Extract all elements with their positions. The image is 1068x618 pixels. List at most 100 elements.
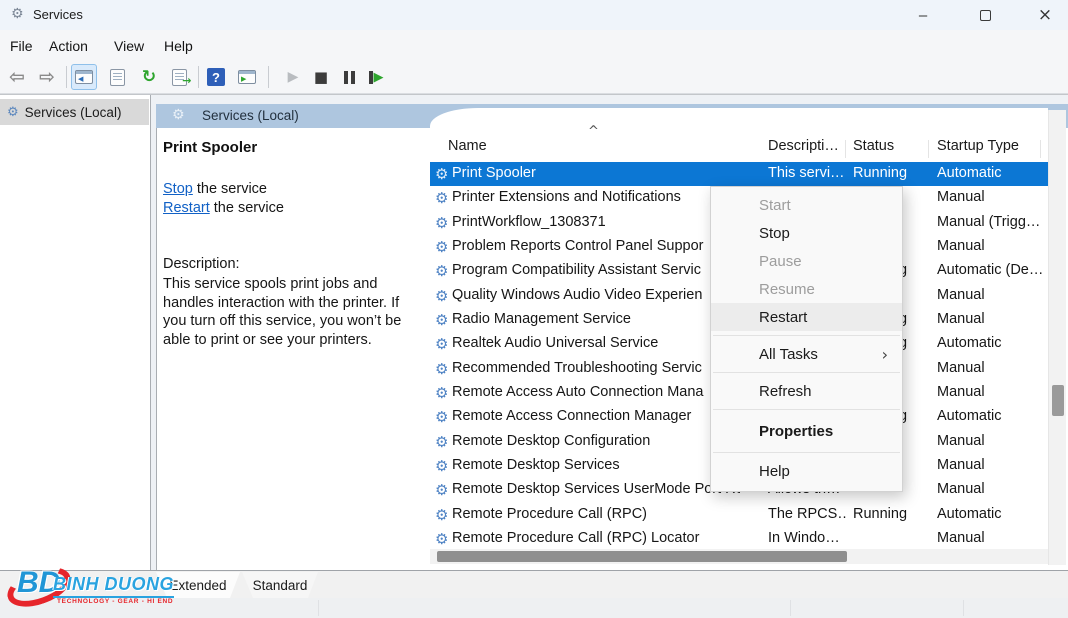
context-menu-item-pause: Pause	[711, 247, 902, 275]
view-pane-icon: ▶	[238, 70, 256, 84]
column-header-description[interactable]: Descripti…	[768, 138, 839, 154]
binh-duong-watermark: BD BINH DUONG TECHNOLOGY - GEAR - HI END	[0, 556, 175, 618]
export-list-button[interactable]: →	[166, 64, 192, 90]
service-gear-icon: ⚙	[435, 189, 448, 207]
tab-standard[interactable]: Standard	[242, 572, 318, 598]
service-name: Program Compatibility Assistant Servic	[452, 262, 740, 278]
service-name: PrintWorkflow_1308371	[452, 214, 740, 230]
service-gear-icon: ⚙	[435, 481, 448, 499]
stop-service-link[interactable]: Stop	[163, 181, 193, 197]
service-gear-icon: ⚙	[435, 311, 448, 329]
restart-service-line: Restart the service	[163, 200, 284, 216]
service-name: Recommended Troubleshooting Servic	[452, 360, 740, 376]
service-gear-icon: ⚙	[435, 384, 448, 402]
service-name: Remote Procedure Call (RPC) Locator	[452, 530, 740, 546]
menu-help[interactable]: Help	[160, 36, 197, 56]
menu-item-label: Pause	[759, 253, 802, 270]
context-menu-item-all-tasks[interactable]: All Tasks›	[711, 340, 902, 368]
context-menu: StartStop Pause Resume Restart All Tasks› Ref…	[710, 186, 903, 492]
refresh-toolbar-button[interactable]: ↻	[136, 64, 162, 90]
back-button[interactable]: ⇦	[4, 64, 30, 90]
service-gear-icon: ⚙	[435, 433, 448, 451]
column-header-status[interactable]: Status	[853, 138, 894, 154]
service-description: This servi…	[768, 165, 846, 181]
service-name: Quality Windows Audio Video Experien	[452, 287, 740, 303]
menu-item-label: Resume	[759, 281, 815, 298]
column-header-name[interactable]: Name	[448, 138, 487, 154]
services-header-gear-icon: ⚙	[172, 107, 185, 123]
service-row[interactable]: ⚙Print SpoolerThis servi…RunningAutomati…	[430, 162, 1048, 186]
back-icon: ⇦	[9, 66, 25, 88]
stop-service-button[interactable]: ■	[308, 64, 334, 90]
service-row[interactable]: ⚙Remote Procedure Call (RPC)The RPCS…Run…	[430, 503, 1048, 527]
menu-file[interactable]: File	[6, 36, 37, 56]
service-name: Remote Access Auto Connection Mana	[452, 384, 740, 400]
service-name: Radio Management Service	[452, 311, 740, 327]
service-gear-icon: ⚙	[435, 530, 448, 548]
help-icon: ?	[207, 68, 225, 86]
service-gear-icon: ⚙	[435, 165, 448, 183]
pause-service-icon	[344, 71, 348, 84]
console-tree-panel: ⚙ Services (Local)	[0, 95, 151, 570]
forward-button[interactable]: ⇨	[34, 64, 60, 90]
close-button[interactable]: ×	[1022, 0, 1068, 30]
service-startup-type: Manual	[937, 433, 1043, 449]
submenu-arrow-icon: ›	[882, 345, 888, 364]
menu-separator	[713, 452, 900, 453]
service-gear-icon: ⚙	[435, 335, 448, 353]
menu-item-label: Restart	[759, 309, 807, 326]
context-menu-item-refresh[interactable]: Refresh	[711, 377, 902, 405]
divider	[0, 94, 1068, 95]
menu-action[interactable]: Action	[45, 36, 92, 56]
start-service-button: ▶	[280, 64, 306, 90]
service-startup-type: Manual	[937, 189, 1043, 205]
service-status: Running	[853, 506, 933, 522]
title-bar: ⚙ Services – ×	[0, 0, 1068, 30]
restart-service-button[interactable]: ▶	[363, 64, 389, 90]
service-startup-type: Manual	[937, 287, 1043, 303]
service-row[interactable]: ⚙Remote Procedure Call (RPC) Locator In W…	[430, 527, 1048, 551]
horizontal-scrollbar-thumb[interactable]	[437, 551, 847, 562]
properties-toolbar-button[interactable]	[104, 64, 130, 90]
vertical-scrollbar[interactable]	[1048, 110, 1066, 565]
context-menu-item-help[interactable]: Help	[711, 457, 902, 485]
service-name: Printer Extensions and Notifications	[452, 189, 740, 205]
context-menu-item-properties[interactable]: Properties	[711, 414, 902, 448]
service-startup-type: Manual	[937, 457, 1043, 473]
refresh-icon: ↻	[142, 67, 156, 87]
watermark-subtitle: TECHNOLOGY - GEAR - HI END	[57, 598, 173, 605]
restart-service-link[interactable]: Restart	[163, 200, 210, 216]
service-startup-type: Automatic	[937, 165, 1043, 181]
menu-item-label: Properties	[759, 423, 833, 440]
service-name: Print Spooler	[452, 165, 740, 181]
start-service-icon: ▶	[288, 69, 299, 85]
pause-service-button[interactable]	[336, 64, 362, 90]
toolbar-separator	[66, 66, 67, 88]
tree-item-services-local[interactable]: ⚙ Services (Local)	[0, 99, 149, 125]
service-name: Remote Desktop Services	[452, 457, 740, 473]
horizontal-scrollbar[interactable]	[430, 549, 1048, 564]
minimize-button[interactable]: –	[900, 0, 946, 30]
properties-icon	[110, 69, 125, 86]
context-menu-item-stop[interactable]: Stop	[711, 219, 902, 247]
show-console-tree-button[interactable]: ◀	[71, 64, 97, 90]
service-gear-icon: ⚙	[435, 408, 448, 426]
export-list-icon: →	[172, 69, 187, 86]
service-startup-type: Automatic (De…	[937, 262, 1043, 278]
context-menu-item-restart[interactable]: Restart	[711, 303, 902, 331]
help-toolbar-button[interactable]: ?	[203, 64, 229, 90]
service-startup-type: Automatic	[937, 506, 1043, 522]
watermark-title: BINH DUONG	[53, 574, 174, 598]
service-name: Realtek Audio Universal Service	[452, 335, 740, 351]
vertical-scrollbar-thumb[interactable]	[1052, 385, 1064, 416]
service-gear-icon: ⚙	[435, 262, 448, 280]
maximize-button[interactable]	[962, 0, 1008, 30]
column-header-startup-type[interactable]: Startup Type	[937, 138, 1019, 154]
context-menu-item-start: Start	[711, 191, 902, 219]
service-description: In Windo…	[768, 530, 846, 546]
status-divider	[963, 600, 964, 616]
service-name: Remote Access Connection Manager	[452, 408, 740, 424]
menu-view[interactable]: View	[110, 36, 148, 56]
service-startup-type: Manual	[937, 530, 1043, 546]
view-pane-button[interactable]: ▶	[234, 64, 260, 90]
